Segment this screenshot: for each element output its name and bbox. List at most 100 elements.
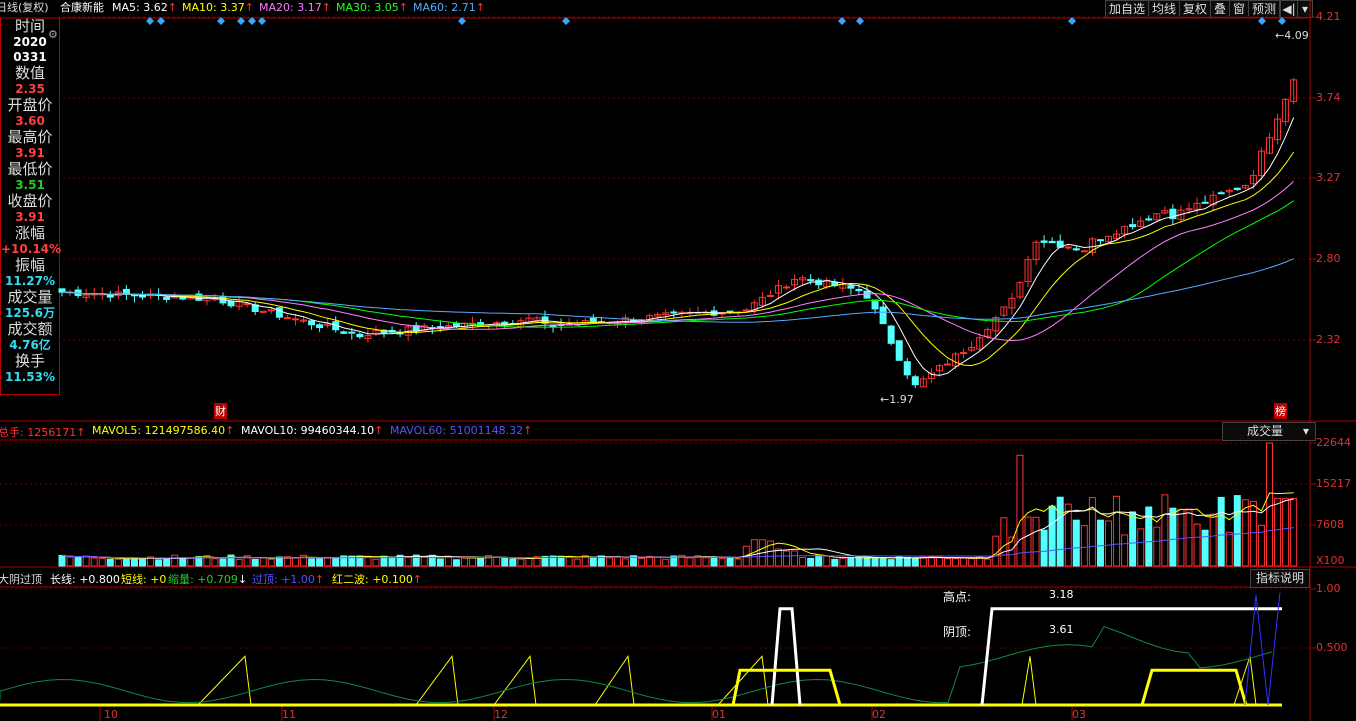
candle-body <box>267 309 275 312</box>
candle-body <box>871 299 879 310</box>
volume-bar <box>1048 505 1056 567</box>
yin-top-value: 3.61 <box>1049 623 1074 636</box>
price-tick-label: 2.32 <box>1316 333 1341 346</box>
volume-bar <box>1201 529 1209 567</box>
high-point-value: 3.18 <box>1049 588 1074 601</box>
short-line-spike <box>1021 656 1037 706</box>
volume-bar <box>66 556 74 567</box>
volume-bar <box>106 558 114 567</box>
volume-bar <box>638 557 646 567</box>
volume-bar <box>1169 507 1177 567</box>
candle-body <box>452 323 460 327</box>
candle-body <box>163 296 171 300</box>
volume-bar <box>324 556 332 567</box>
volume-bar <box>654 556 662 567</box>
red-second-wave-block <box>1140 668 1248 706</box>
candle-body <box>348 331 356 334</box>
candle-body <box>291 318 299 321</box>
volume-indicator-select[interactable]: 成交量 ▾ <box>1222 422 1316 441</box>
volume-bar <box>420 556 428 567</box>
volume-bar <box>823 555 831 567</box>
volume-bar <box>477 557 485 567</box>
ranking-marker[interactable]: 榜 <box>1274 403 1287 419</box>
volume-bar <box>589 556 597 567</box>
volume-bar <box>1225 531 1233 567</box>
volume-bar <box>968 558 976 567</box>
mavol10-readout: MAVOL10: 99460344.10↑ <box>241 424 384 437</box>
volume-bar <box>171 554 179 567</box>
kline-chart[interactable] <box>0 0 1356 721</box>
volume-bar <box>573 558 581 567</box>
volume-tick-label: X100 <box>1316 554 1345 567</box>
red-second-wave-block <box>731 668 842 706</box>
volume-bar <box>179 557 187 567</box>
ma20-line <box>61 180 1295 342</box>
volume-bar <box>517 558 525 567</box>
short-line-spike <box>717 655 769 706</box>
volume-bar <box>114 558 122 567</box>
volume-bar <box>839 557 847 567</box>
volume-bar <box>734 558 742 567</box>
volume-bar <box>1282 497 1290 567</box>
finance-marker[interactable]: 财 <box>214 403 227 419</box>
volume-bar <box>163 558 171 567</box>
candle-body <box>1096 239 1104 242</box>
candle-body <box>1217 192 1225 195</box>
candle-body <box>807 279 815 282</box>
volume-bar <box>1209 513 1217 567</box>
volume-bar <box>871 556 879 567</box>
candle-body <box>895 340 903 361</box>
short-line-readout: 短线: +0 <box>121 573 167 586</box>
candle-body <box>243 303 251 306</box>
indicator-explain-button[interactable]: 指标说明 <box>1250 569 1310 588</box>
volume-bar <box>155 559 163 567</box>
short-line-spike <box>415 654 459 706</box>
volume-bar <box>911 558 919 567</box>
volume-bar <box>831 558 839 567</box>
volume-bar <box>662 558 670 567</box>
over-top-readout: 过顶: +1.00↑ <box>252 573 325 586</box>
red-second-wave-readout: 红二波: +0.100↑ <box>332 573 423 586</box>
volume-bar <box>1177 508 1185 567</box>
candle-body <box>356 333 364 338</box>
volume-bar <box>251 559 259 567</box>
indicator-tick-label: 0.500 <box>1316 641 1348 654</box>
volume-bar <box>211 558 219 567</box>
volume-bar <box>807 557 815 567</box>
volume-bar <box>783 550 790 567</box>
volume-bar <box>1121 534 1129 567</box>
total-volume-readout: 总手: 1256171↑ <box>0 426 86 439</box>
volume-bar <box>493 556 501 567</box>
candle-body <box>1040 240 1048 243</box>
volume-bar <box>187 557 195 567</box>
volume-bar <box>1161 494 1169 567</box>
yin-top-label: 阴顶: <box>943 625 972 639</box>
volume-bar <box>74 556 82 567</box>
volume-bar <box>291 557 299 567</box>
volume-tick-label: 7608 <box>1316 518 1344 531</box>
volume-bar <box>90 557 98 567</box>
volume-bar <box>774 548 782 567</box>
short-line-spike <box>594 654 635 706</box>
volume-bar <box>1024 516 1032 567</box>
candle-body <box>766 294 774 297</box>
mavol60-readout: MAVOL60: 51001148.32↑ <box>390 424 533 437</box>
ma60-line <box>61 258 1294 323</box>
volume-bar <box>219 558 227 567</box>
volume-bar <box>791 550 799 567</box>
volume-bar <box>686 557 694 567</box>
candle-body <box>227 300 235 307</box>
mavol10-line <box>61 498 1294 560</box>
volume-bar <box>1129 511 1137 567</box>
volume-bar <box>1096 519 1104 567</box>
date-tick-label: 03 <box>1072 708 1086 721</box>
volume-bar <box>1266 442 1273 567</box>
shrink-volume-readout: 缩量: +0.709↓ <box>168 573 248 586</box>
candle-body <box>283 317 291 320</box>
indicator-name[interactable]: 大阴过顶 <box>0 571 42 587</box>
candle-body <box>726 310 734 313</box>
volume-bar <box>332 557 340 567</box>
volume-bar <box>461 557 468 567</box>
volume-tick-label: 15217 <box>1316 477 1351 490</box>
price-tick-label: 2.80 <box>1316 252 1341 265</box>
